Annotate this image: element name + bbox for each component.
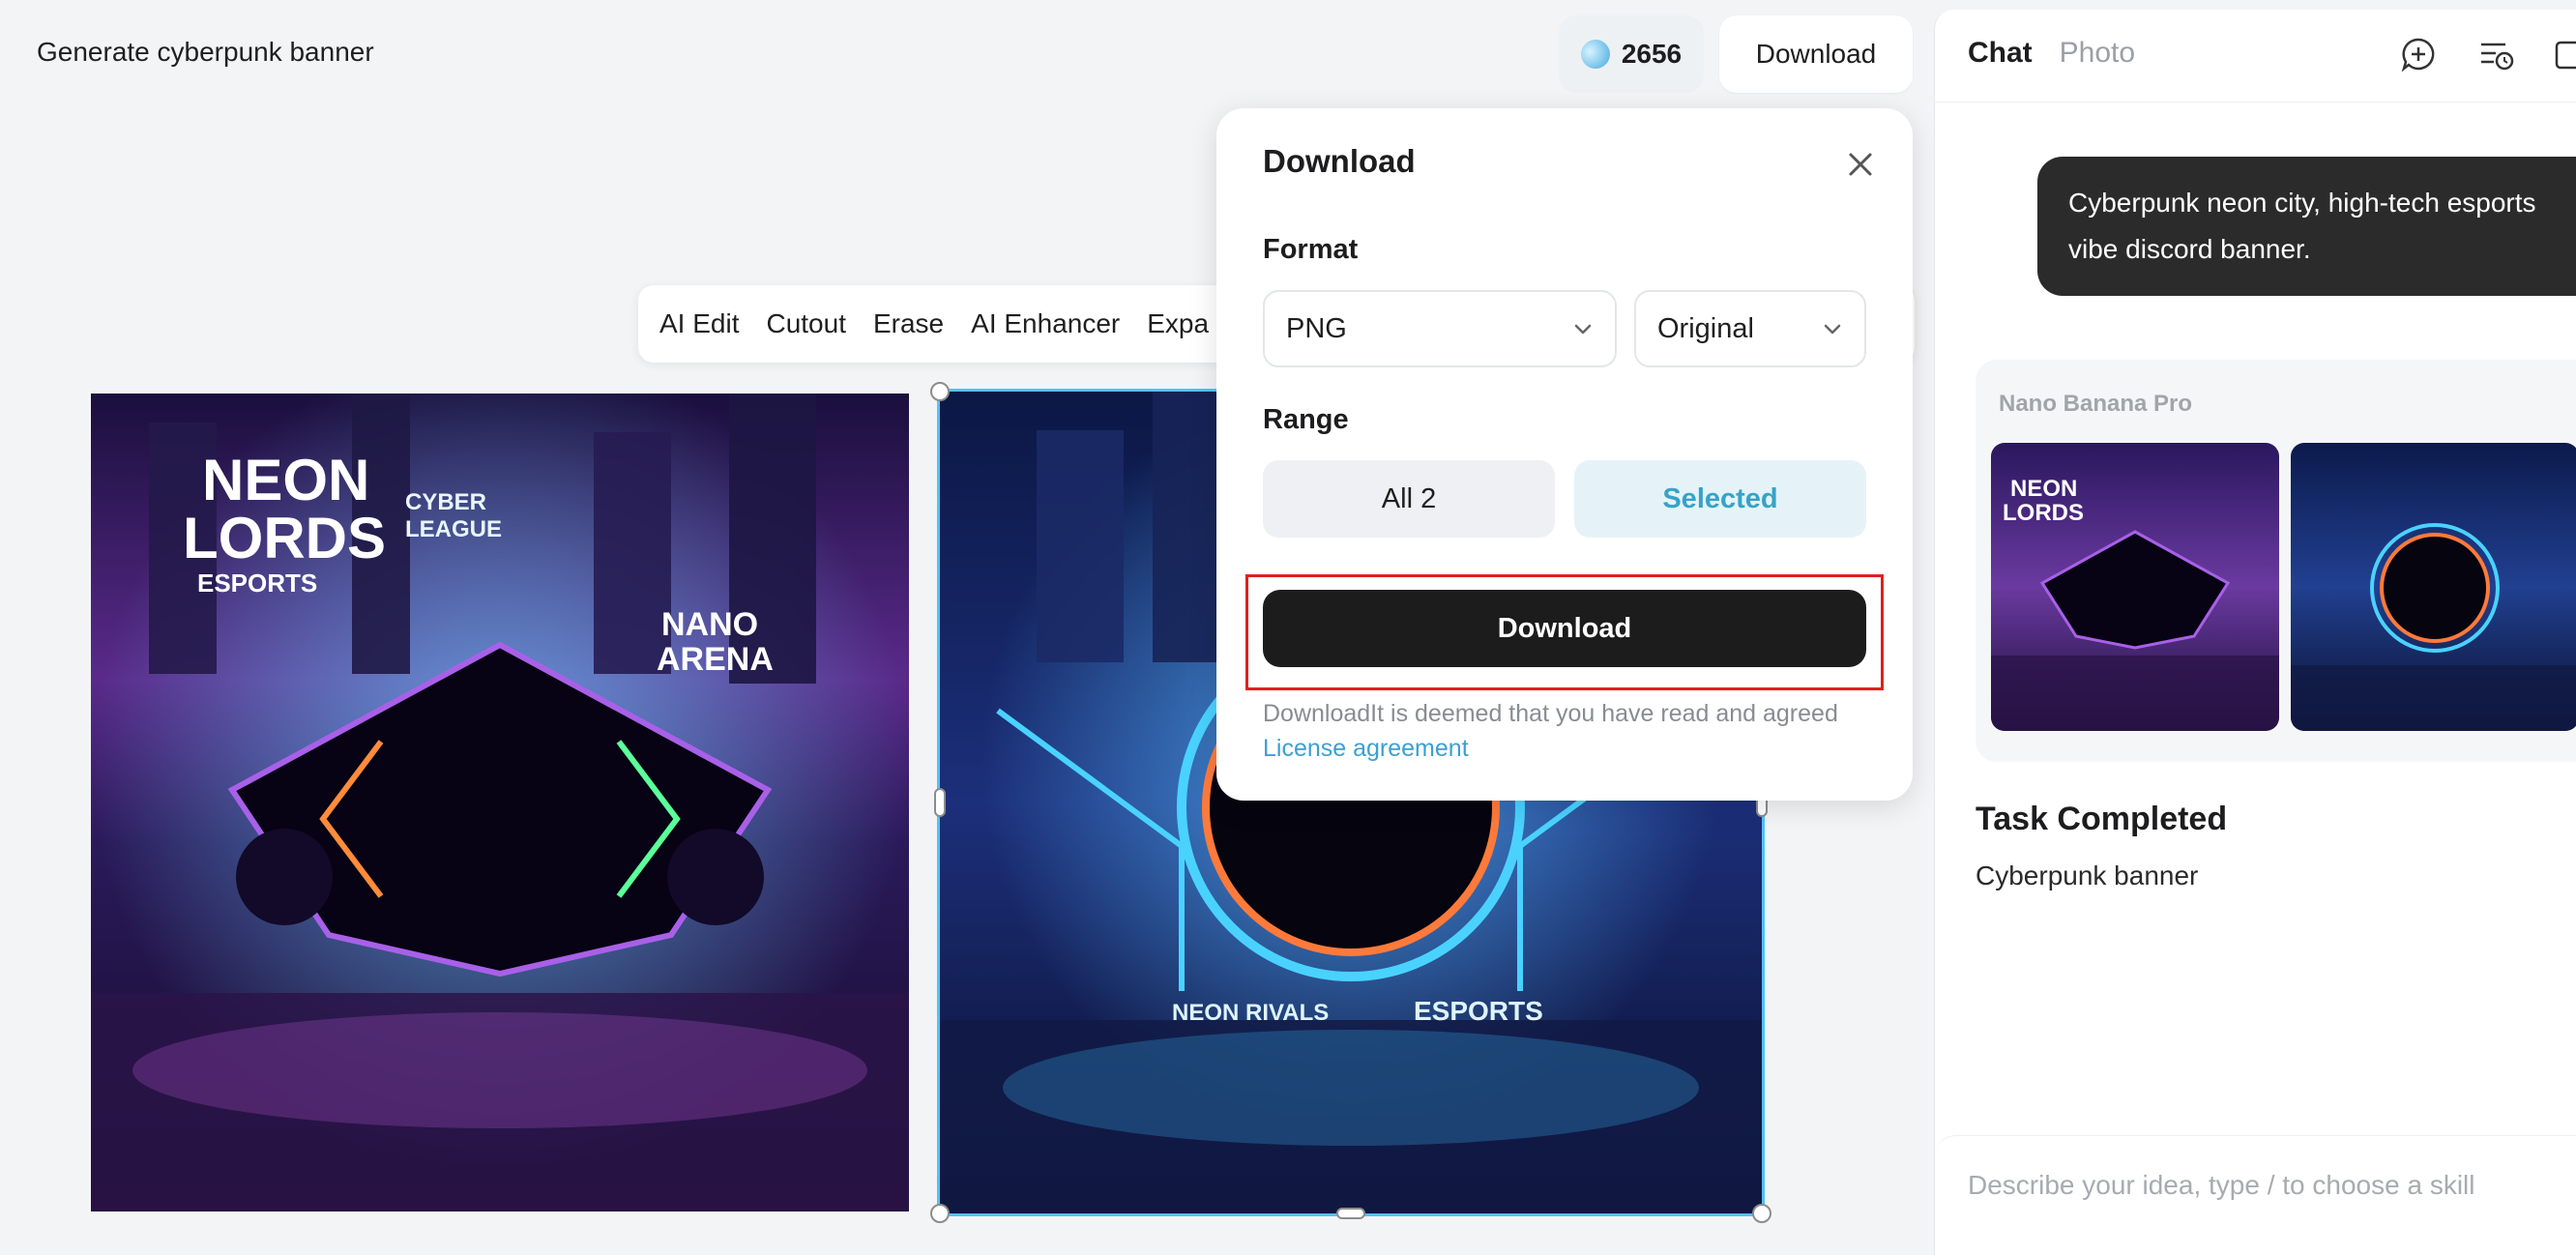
image1-text-league: LEAGUE xyxy=(405,516,502,542)
canvas-image-1[interactable]: NEON LORDS ESPORTS CYBER LEAGUE NANO ARE… xyxy=(91,394,909,1211)
range-all-button[interactable]: All 2 xyxy=(1263,460,1555,538)
image1-text-lords: LORDS xyxy=(183,506,386,570)
thumbnail-image-2 xyxy=(2291,443,2576,731)
chat-input-placeholder[interactable]: Describe your idea, type / to choose a s… xyxy=(1968,1170,2474,1201)
cyberpunk-banner-image-1: NEON LORDS ESPORTS CYBER LEAGUE NANO ARE… xyxy=(91,394,909,1211)
image1-text-cyber: CYBER xyxy=(405,489,486,515)
credits-badge[interactable]: 2656 xyxy=(1559,15,1704,93)
image2-text-esports: ESPORTS xyxy=(1414,996,1543,1026)
range-selected-button[interactable]: Selected xyxy=(1574,460,1866,538)
generation-result-card: Nano Banana Pro NEON LORDS xyxy=(1976,360,2576,762)
thumb1-text-lords: LORDS xyxy=(2003,500,2084,526)
terms-statement: DownloadIt is deemed that you have read … xyxy=(1263,700,1838,727)
thumb1-text-neon: NEON xyxy=(2010,476,2077,502)
header-download-button[interactable]: Download xyxy=(1719,15,1913,93)
toolbar-ai-edit[interactable]: AI Edit xyxy=(659,308,739,339)
history-icon[interactable] xyxy=(2476,35,2515,73)
toolbar-ai-enhancer[interactable]: AI Enhancer xyxy=(971,308,1120,339)
close-icon[interactable] xyxy=(1843,147,1878,182)
image1-text-arena: ARENA xyxy=(657,641,774,678)
resize-handle-top-left[interactable] xyxy=(930,382,950,401)
image1-text-nano: NANO xyxy=(661,606,758,643)
user-message-bubble: Cyberpunk neon city, high-tech esports v… xyxy=(2037,157,2576,296)
download-dialog: Download Format PNG Original Range All 2… xyxy=(1216,108,1913,801)
format-label: Format xyxy=(1263,234,1359,265)
credit-gem-icon xyxy=(1576,35,1615,73)
app-root: Generate cyberpunk banner 2656 Download … xyxy=(0,0,2576,1255)
thumbnail-image-1: NEON LORDS xyxy=(1991,443,2279,731)
toolbar-expand[interactable]: Expa xyxy=(1147,308,1209,339)
format-select-value: PNG xyxy=(1286,312,1347,344)
result-thumbnail-1[interactable]: NEON LORDS xyxy=(1991,443,2279,731)
download-button[interactable]: Download xyxy=(1263,590,1866,667)
resize-handle-bottom-left[interactable] xyxy=(930,1204,950,1223)
image1-text-esports: ESPORTS xyxy=(197,569,317,598)
image2-text-neon-rivals: NEON RIVALS xyxy=(1172,1000,1329,1026)
task-subtitle: Cyberpunk banner xyxy=(1976,861,2199,890)
size-select[interactable]: Original xyxy=(1634,290,1866,367)
resize-handle-bottom-right[interactable] xyxy=(1752,1204,1771,1223)
tab-photo[interactable]: Photo xyxy=(2060,37,2135,70)
range-label: Range xyxy=(1263,404,1349,435)
resize-handle-left[interactable] xyxy=(934,788,946,817)
license-agreement-link[interactable]: License agreement xyxy=(1263,731,1838,766)
credits-count: 2656 xyxy=(1621,39,1683,69)
project-title: Generate cyberpunk banner xyxy=(37,37,374,67)
tab-chat[interactable]: Chat xyxy=(1968,37,2033,70)
chevron-down-icon xyxy=(1824,324,1841,335)
panel-layout-icon[interactable] xyxy=(2552,35,2576,73)
result-thumbnail-2[interactable] xyxy=(2291,443,2576,731)
format-select[interactable]: PNG xyxy=(1263,290,1617,367)
panel-tabs: Chat Photo xyxy=(1968,37,2135,70)
download-dialog-title: Download xyxy=(1263,143,1416,179)
new-chat-icon[interactable] xyxy=(2399,35,2438,73)
size-select-value: Original xyxy=(1657,312,1754,344)
resize-handle-bottom[interactable] xyxy=(1336,1208,1365,1219)
model-name: Nano Banana Pro xyxy=(1999,391,2193,417)
chat-panel: Chat Photo Cyberpunk neon city, high-tec… xyxy=(1934,10,2576,1255)
chevron-down-icon xyxy=(1574,324,1592,335)
terms-text: DownloadIt is deemed that you have read … xyxy=(1263,696,1838,766)
toolbar-cutout[interactable]: Cutout xyxy=(766,308,846,339)
toolbar-erase[interactable]: Erase xyxy=(873,308,944,339)
image1-text-neon: NEON xyxy=(202,448,369,512)
task-completed-title: Task Completed xyxy=(1976,801,2228,837)
